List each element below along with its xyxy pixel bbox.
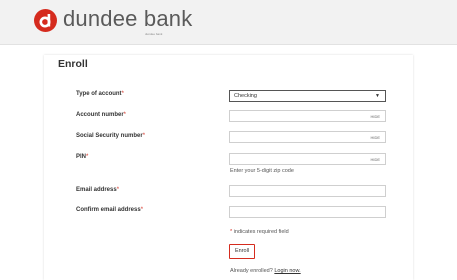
ssn-field[interactable]: HIDE — [229, 131, 386, 143]
page-title: Enroll — [58, 58, 88, 70]
confirm-email-field[interactable] — [229, 206, 386, 218]
brand-subtext: dundee bank — [145, 32, 163, 36]
required-marker: * — [123, 112, 127, 118]
account-number-hide-toggle[interactable]: HIDE — [370, 114, 380, 119]
confirm-email-label-text: Confirm email address — [76, 207, 141, 213]
login-now-link[interactable]: Login now. — [274, 268, 300, 274]
account-type-value: Checking — [234, 93, 257, 99]
required-note-text: indicates required field — [233, 229, 289, 235]
required-marker: * — [142, 133, 146, 139]
required-marker: * — [140, 207, 144, 213]
ssn-label-text: Social Security number — [76, 133, 143, 139]
account-number-label-text: Account number — [76, 112, 124, 118]
pin-label: PIN* — [76, 154, 88, 160]
email-field[interactable] — [229, 185, 386, 197]
email-label: Email address* — [76, 187, 119, 193]
site-header: dundee bank dundee bank — [0, 0, 457, 45]
email-label-text: Email address — [76, 187, 117, 193]
ssn-hide-toggle[interactable]: HIDE — [370, 135, 380, 140]
required-marker: * — [230, 229, 233, 235]
account-number-field[interactable]: HIDE — [229, 110, 386, 122]
dundee-logo-icon[interactable] — [34, 9, 57, 32]
confirm-email-label: Confirm email address* — [76, 207, 143, 213]
enroll-button[interactable]: Enroll — [229, 244, 255, 259]
required-marker: * — [86, 154, 89, 160]
brand-name[interactable]: dundee bank — [63, 6, 192, 32]
already-enrolled-text: Already enrolled? — [230, 268, 273, 274]
account-type-select[interactable]: Checking ▼ — [229, 90, 386, 102]
type-of-account-label-text: Type of account — [76, 91, 122, 97]
pin-hint: Enter your 5-digit zip code — [230, 168, 294, 174]
type-of-account-label: Type of account* — [76, 91, 124, 97]
pin-hide-toggle[interactable]: HIDE — [370, 157, 380, 162]
already-enrolled: Already enrolled? Login now. — [230, 268, 301, 274]
pin-label-text: PIN — [76, 154, 87, 160]
required-marker: * — [121, 91, 124, 97]
dropdown-arrow-icon: ▼ — [375, 93, 380, 99]
ssn-label: Social Security number* — [76, 133, 145, 139]
required-note: * indicates required field — [230, 229, 289, 235]
required-marker: * — [116, 187, 120, 193]
account-number-label: Account number* — [76, 112, 126, 118]
pin-field[interactable]: HIDE — [229, 153, 386, 165]
